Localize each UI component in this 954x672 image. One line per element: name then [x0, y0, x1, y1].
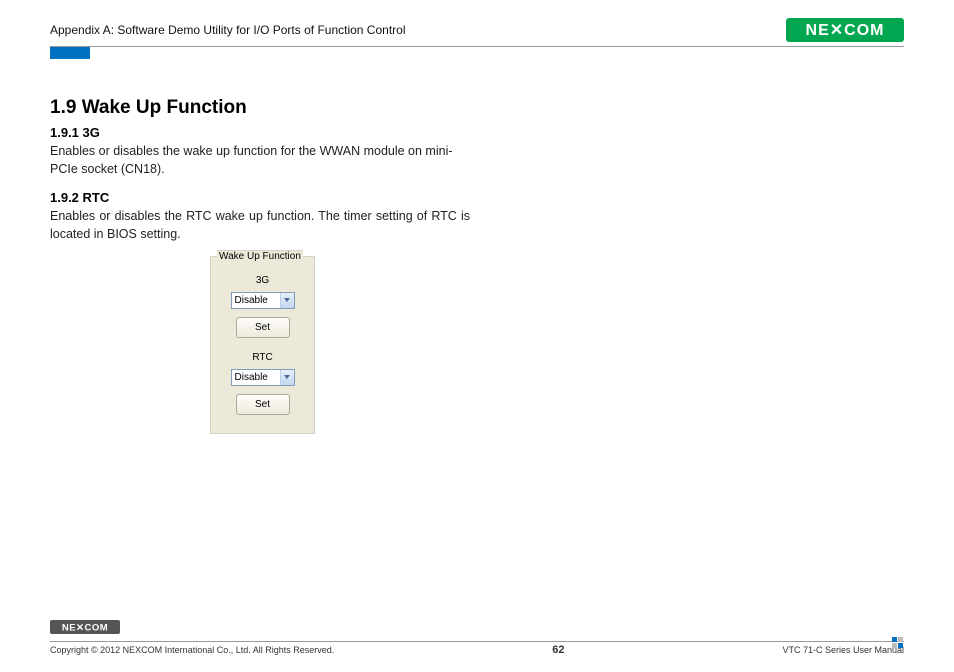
- subsection-rtc-text: Enables or disables the RTC wake up func…: [50, 207, 470, 243]
- page-footer: NE✕COM Copyright © 2012 NEXCOM Internati…: [50, 620, 904, 656]
- nexcom-logo-top: NE✕COM: [786, 18, 904, 42]
- footer-copyright: Copyright © 2012 NEXCOM International Co…: [50, 645, 334, 655]
- dropdown-rtc-value: Disable: [235, 372, 268, 383]
- svg-text:NE✕COM: NE✕COM: [806, 22, 885, 39]
- group-3g: 3G Disable Set: [221, 275, 304, 338]
- label-3g: 3G: [221, 275, 304, 286]
- chevron-down-icon: [280, 293, 294, 308]
- dropdown-rtc[interactable]: Disable: [231, 369, 295, 386]
- set-button-rtc[interactable]: Set: [236, 394, 290, 415]
- subsection-rtc-heading: 1.9.2 RTC: [50, 190, 904, 205]
- nexcom-logo-bottom: NE✕COM: [50, 620, 120, 634]
- blue-tab-accent: [50, 47, 90, 59]
- chevron-down-icon: [280, 370, 294, 385]
- set-button-3g[interactable]: Set: [236, 317, 290, 338]
- panel-legend: Wake Up Function: [217, 250, 303, 262]
- page-header: Appendix A: Software Demo Utility for I/…: [50, 18, 904, 47]
- dropdown-3g[interactable]: Disable: [231, 292, 295, 309]
- dropdown-3g-value: Disable: [235, 295, 268, 306]
- header-title: Appendix A: Software Demo Utility for I/…: [50, 23, 405, 37]
- svg-text:NE✕COM: NE✕COM: [62, 623, 108, 634]
- subsection-3g-text: Enables or disables the wake up function…: [50, 142, 470, 178]
- footer-accent-icon: [892, 637, 904, 649]
- group-rtc: RTC Disable Set: [221, 352, 304, 415]
- section-title: 1.9 Wake Up Function: [50, 97, 904, 119]
- page-number: 62: [552, 644, 564, 656]
- label-rtc: RTC: [221, 352, 304, 363]
- wakeup-panel: Wake Up Function 3G Disable Set RTC Disa…: [210, 256, 315, 434]
- footer-doc-title: VTC 71-C Series User Manual: [782, 645, 904, 655]
- subsection-3g-heading: 1.9.1 3G: [50, 125, 904, 140]
- main-content: 1.9 Wake Up Function 1.9.1 3G Enables or…: [50, 59, 904, 434]
